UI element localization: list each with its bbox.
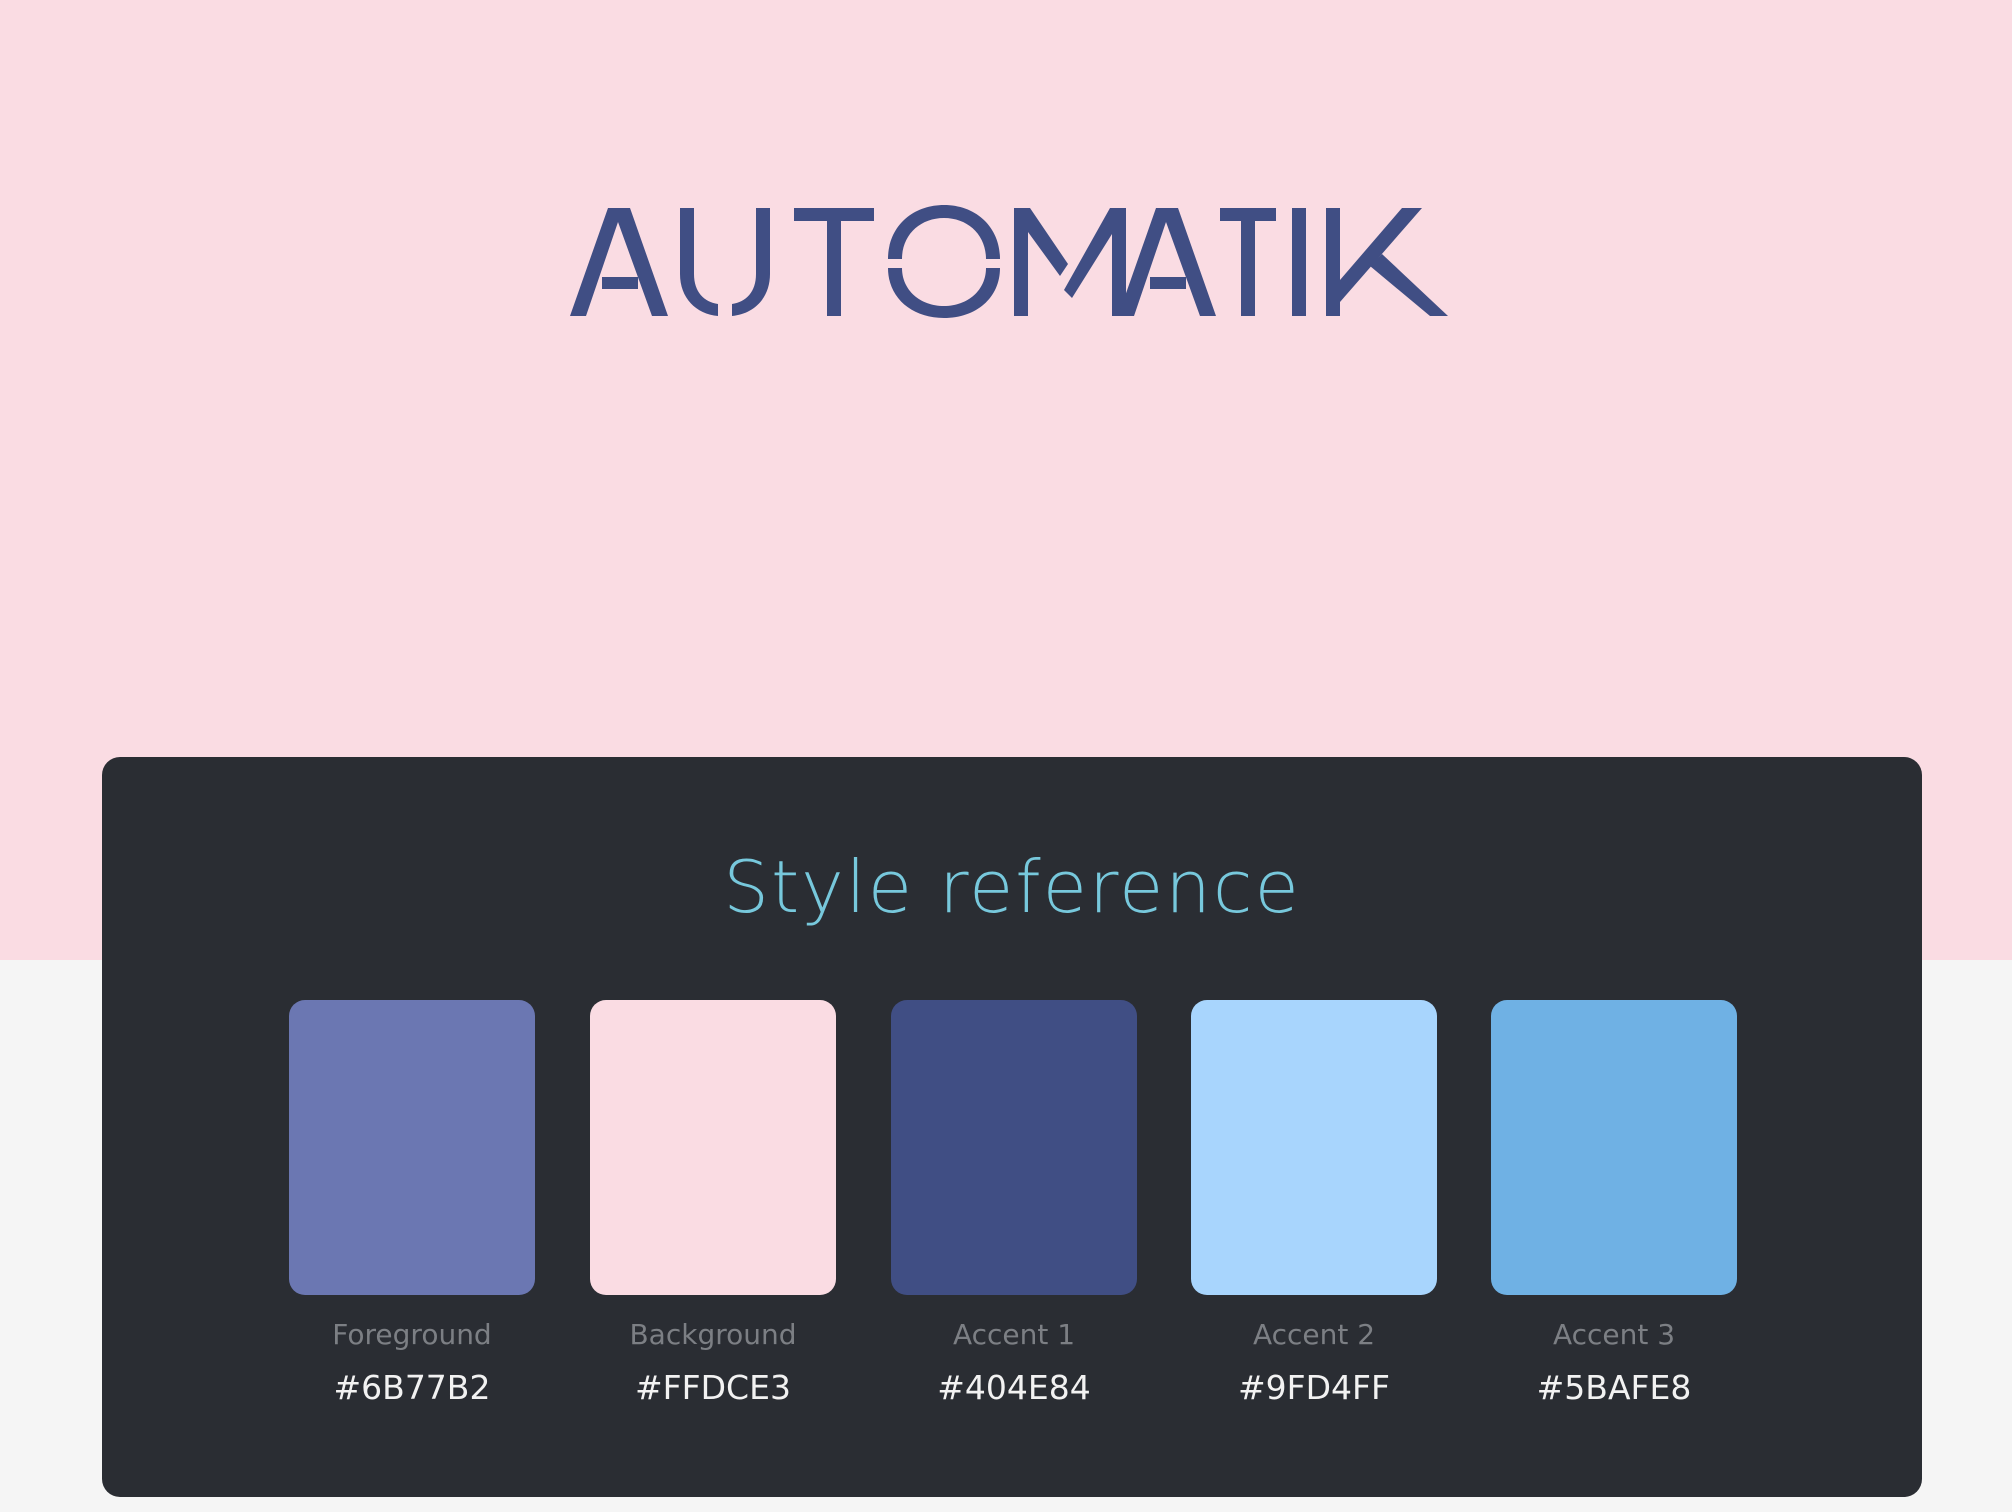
- swatch-name: Foreground: [332, 1318, 492, 1351]
- swatch-background: Background #FFDCE3: [590, 1000, 836, 1420]
- swatch-name: Background: [629, 1318, 797, 1351]
- swatch-color: [1191, 1000, 1437, 1295]
- swatch-name: Accent 3: [1552, 1318, 1676, 1351]
- panel-title: Style reference: [723, 845, 1301, 929]
- swatch-color: [1491, 1000, 1737, 1295]
- swatch-accent-3: Accent 3 #5BAFE8: [1491, 1000, 1737, 1420]
- swatch-color: [289, 1000, 535, 1295]
- swatch-hex: #404E84: [937, 1368, 1091, 1407]
- automatik-logo: [570, 204, 1450, 320]
- swatch-hex: #9FD4FF: [1238, 1368, 1390, 1407]
- swatch-name: Accent 2: [1252, 1318, 1376, 1351]
- swatch-foreground: Foreground #6B77B2: [289, 1000, 535, 1420]
- color-swatches: Foreground #6B77B2 Background #FFDCE3 Ac…: [289, 1000, 1739, 1420]
- swatch-accent-2: Accent 2 #9FD4FF: [1191, 1000, 1437, 1420]
- swatch-hex: #6B77B2: [333, 1368, 491, 1407]
- style-reference-panel: Style reference Foreground #6B77B2 Backg…: [102, 757, 1922, 1497]
- swatch-accent-1: Accent 1 #404E84: [891, 1000, 1137, 1420]
- swatch-color: [590, 1000, 836, 1295]
- swatch-name: Accent 1: [952, 1318, 1076, 1351]
- swatch-hex: #5BAFE8: [1536, 1368, 1692, 1407]
- swatch-color: [891, 1000, 1137, 1295]
- swatch-hex: #FFDCE3: [635, 1368, 791, 1407]
